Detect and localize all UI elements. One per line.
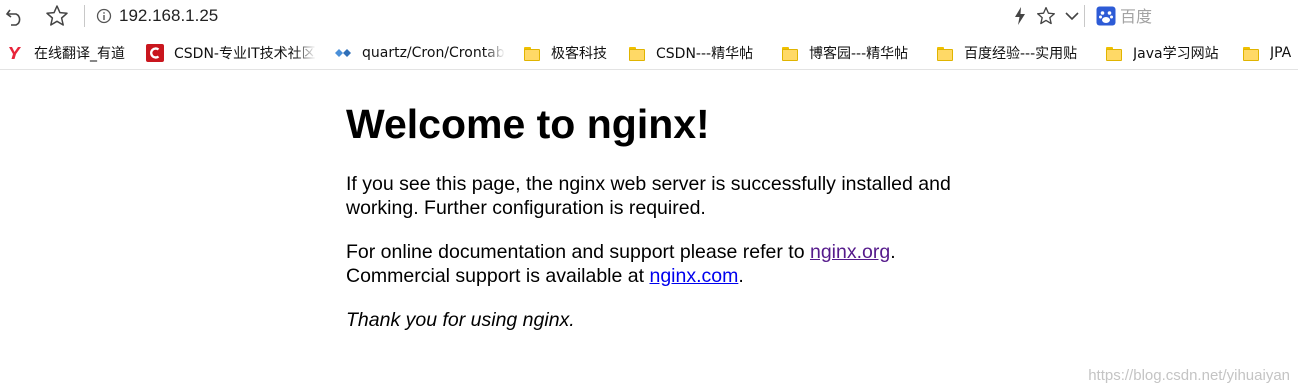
- baidu-paw-icon[interactable]: [1094, 4, 1118, 28]
- commercial-text: Commercial support is available at: [346, 265, 650, 287]
- bookmark-label: JPA: [1270, 45, 1292, 61]
- nginx-org-link[interactable]: nginx.org: [810, 241, 890, 263]
- lightning-icon[interactable]: [1007, 3, 1033, 29]
- docs-paragraph: For online documentation and support ple…: [346, 240, 986, 288]
- divider: [1084, 5, 1085, 27]
- folder-icon: [1242, 44, 1260, 62]
- bookmark-quartz[interactable]: quartz/Cron/Crontab: [334, 42, 505, 64]
- bookmark-label: 百度经验---实用贴: [964, 46, 1078, 62]
- commercial-period: .: [738, 265, 744, 287]
- divider: [84, 5, 85, 27]
- watermark: https://blog.csdn.net/yihuaiyan: [1088, 367, 1290, 384]
- diamond-icon: [334, 44, 352, 62]
- bookmark-folder-csdn[interactable]: CSDN---精华帖: [628, 42, 753, 64]
- bookmarks-bar: 在线翻译_有道 CSDN-专业IT技术社区 quartz/Cron/Cronta…: [0, 36, 1298, 70]
- csdn-icon: [146, 44, 164, 62]
- chevron-down-icon[interactable]: [1059, 3, 1085, 29]
- bookmark-label: quartz/Cron/Crontab: [362, 45, 505, 61]
- star-icon[interactable]: [44, 3, 70, 29]
- bookmark-folder-baidu[interactable]: 百度经验---实用贴: [936, 42, 1077, 64]
- info-icon[interactable]: [93, 5, 115, 27]
- folder-icon: [628, 44, 646, 62]
- back-arrow-icon[interactable]: [2, 3, 28, 29]
- folder-icon: [1105, 44, 1123, 62]
- bookmark-folder-jpa[interactable]: JPA: [1242, 42, 1291, 64]
- page-content: Welcome to nginx! If you see this page, …: [346, 96, 986, 352]
- bookmark-label: 博客园---精华帖: [809, 46, 909, 62]
- url-field[interactable]: 192.168.1.25: [119, 5, 218, 27]
- intro-paragraph: If you see this page, the nginx web serv…: [346, 173, 951, 219]
- bookmark-label: 极客科技: [551, 46, 607, 62]
- bookmark-folder-cnblogs[interactable]: 博客园---精华帖: [781, 42, 908, 64]
- folder-icon: [936, 44, 954, 62]
- page-title: Welcome to nginx!: [346, 101, 710, 147]
- docs-text: For online documentation and support ple…: [346, 241, 810, 263]
- bookmark-label: Java学习网站: [1133, 46, 1219, 62]
- bookmark-label: 在线翻译_有道: [34, 46, 125, 62]
- bookmark-youdao[interactable]: 在线翻译_有道: [6, 42, 125, 64]
- bookmark-folder-geek[interactable]: 极客科技: [523, 42, 607, 64]
- docs-period: .: [890, 241, 896, 263]
- nginx-com-link[interactable]: nginx.com: [649, 265, 738, 287]
- bookmark-star-icon[interactable]: [1033, 3, 1059, 29]
- address-bar: 192.168.1.25: [0, 0, 1298, 32]
- thanks-paragraph: Thank you for using nginx.: [346, 308, 986, 332]
- youdao-icon: [6, 44, 24, 62]
- bookmark-label: CSDN---精华帖: [656, 46, 754, 62]
- folder-icon: [781, 44, 799, 62]
- thanks-text: Thank you for using nginx.: [346, 309, 575, 331]
- bookmark-folder-java[interactable]: Java学习网站: [1105, 42, 1219, 64]
- bookmark-label: CSDN-专业IT技术社区: [174, 46, 316, 62]
- folder-icon: [523, 44, 541, 62]
- bookmark-csdn[interactable]: CSDN-专业IT技术社区: [146, 42, 316, 64]
- search-input[interactable]: [1120, 4, 1295, 28]
